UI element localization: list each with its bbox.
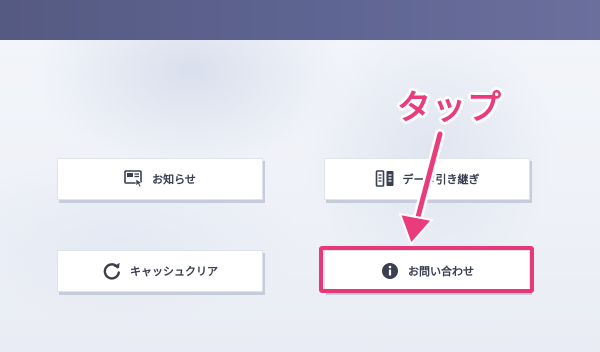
refresh-icon (102, 261, 122, 281)
data-transfer-icon (375, 169, 395, 189)
news-button-label: お知らせ (152, 173, 196, 186)
cache-clear-button[interactable]: キャッシュクリア (57, 250, 263, 292)
info-icon (380, 261, 400, 281)
news-button[interactable]: お知らせ (57, 158, 263, 200)
data-transfer-button[interactable]: データ引き継ぎ (324, 158, 530, 200)
contact-button-label: お問い合わせ (408, 265, 474, 278)
contact-button[interactable]: お問い合わせ (324, 250, 530, 292)
tap-annotation: タップ (397, 88, 502, 128)
cache-clear-button-label: キャッシュクリア (130, 265, 218, 278)
header-bar (0, 0, 600, 40)
news-monitor-icon (124, 169, 144, 189)
data-transfer-button-label: データ引き継ぎ (402, 173, 480, 186)
